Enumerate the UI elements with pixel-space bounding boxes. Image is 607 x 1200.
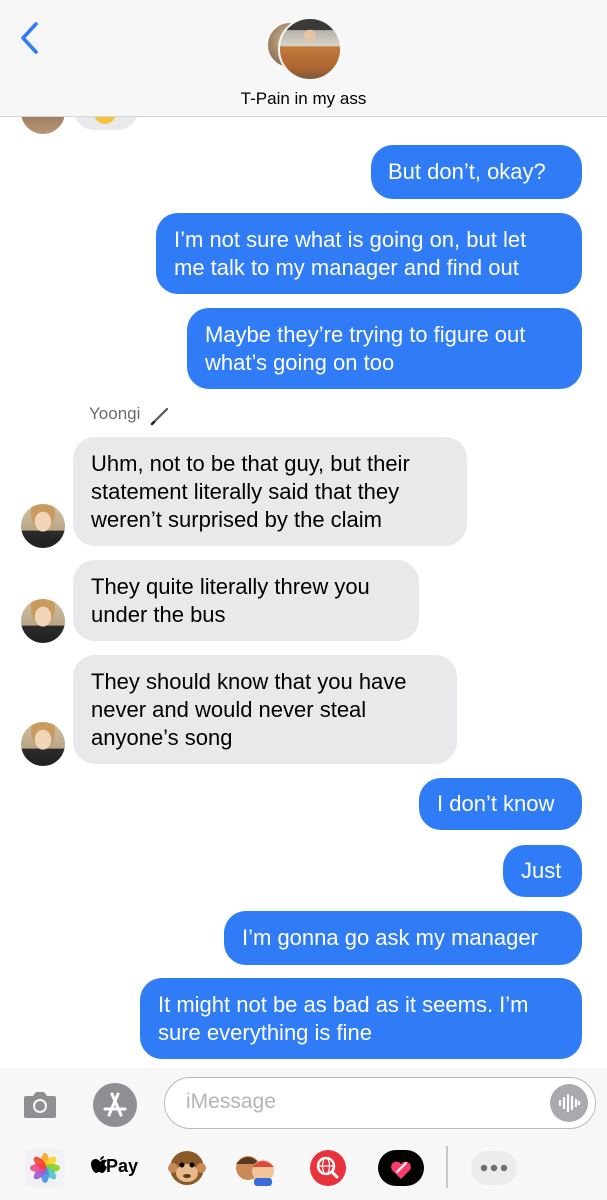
more-apps-icon[interactable] — [470, 1148, 518, 1188]
audio-message-button[interactable] — [550, 1084, 588, 1122]
conversation-title[interactable]: T-Pain in my ass — [0, 89, 607, 109]
message-input-placeholder: iMessage — [186, 1090, 276, 1113]
message-text: under the bus — [91, 602, 226, 627]
photos-icon[interactable] — [22, 1148, 68, 1188]
group-avatar[interactable] — [266, 17, 342, 81]
memoji-icon[interactable] — [232, 1148, 278, 1188]
message-bubble-incoming[interactable]: They should know that you have never and… — [73, 655, 457, 764]
message-bubble-outgoing[interactable]: Maybe they’re trying to figure out what’… — [187, 308, 582, 389]
message-text: anyone’s song — [91, 725, 233, 750]
divider — [446, 1146, 448, 1188]
message-text: Just — [521, 858, 562, 883]
message-text: sure everything is fine — [158, 1020, 372, 1045]
message-text: But don’t, okay? — [388, 159, 546, 184]
digital-touch-icon[interactable] — [376, 1148, 426, 1188]
avatar — [278, 17, 342, 81]
animoji-icon[interactable] — [164, 1148, 210, 1188]
message-bubble-outgoing[interactable]: I’m not sure what is going on, but let m… — [156, 213, 582, 294]
camera-icon[interactable] — [20, 1084, 60, 1124]
message-bubble-outgoing[interactable]: Just — [503, 845, 582, 897]
message-text: I don’t know — [437, 791, 555, 816]
message-text: me talk to my manager and find out — [174, 255, 519, 280]
pen-icon — [150, 407, 169, 426]
message-bubble-incoming[interactable]: Uhm, not to be that guy, but their state… — [73, 437, 467, 546]
message-text: what’s going on too — [205, 350, 395, 375]
message-text: never and would never steal — [91, 697, 367, 722]
avatar[interactable] — [21, 504, 65, 548]
message-text: weren’t surprised by the claim — [91, 507, 383, 532]
message-text: Uhm, not to be that guy, but their — [91, 451, 410, 476]
message-bubble-outgoing[interactable]: I don’t know — [419, 778, 582, 830]
sender-name: Yoongi — [89, 404, 141, 423]
app-store-icon[interactable] — [92, 1082, 138, 1128]
message-text: I’m not sure what is going on, but let — [174, 227, 527, 252]
message-text: They should know that you have — [91, 669, 407, 694]
avatar[interactable] — [21, 722, 65, 766]
message-bubble-outgoing[interactable]: It might not be as bad as it seems. I’m … — [140, 978, 582, 1059]
conversation-header: T-Pain in my ass — [0, 0, 607, 117]
apple-pay-label: Pay — [106, 1156, 139, 1176]
message-text: I’m gonna go ask my manager — [242, 925, 538, 950]
web-search-icon[interactable] — [305, 1148, 351, 1188]
message-bubble-outgoing[interactable]: But don’t, okay? — [371, 145, 582, 199]
message-text: statement literally said that they — [91, 479, 400, 504]
message-text: It might not be as bad as it seems. I’m — [158, 992, 529, 1017]
message-text: Maybe they’re trying to figure out — [205, 322, 526, 347]
message-bubble-outgoing[interactable]: I’m gonna go ask my manager — [224, 911, 582, 965]
back-chevron-icon[interactable] — [14, 18, 48, 58]
waveform-icon — [558, 1093, 581, 1113]
message-text: They quite literally threw you — [91, 574, 370, 599]
avatar[interactable] — [21, 599, 65, 643]
message-bubble-incoming[interactable]: They quite literally threw you under the… — [73, 560, 419, 641]
